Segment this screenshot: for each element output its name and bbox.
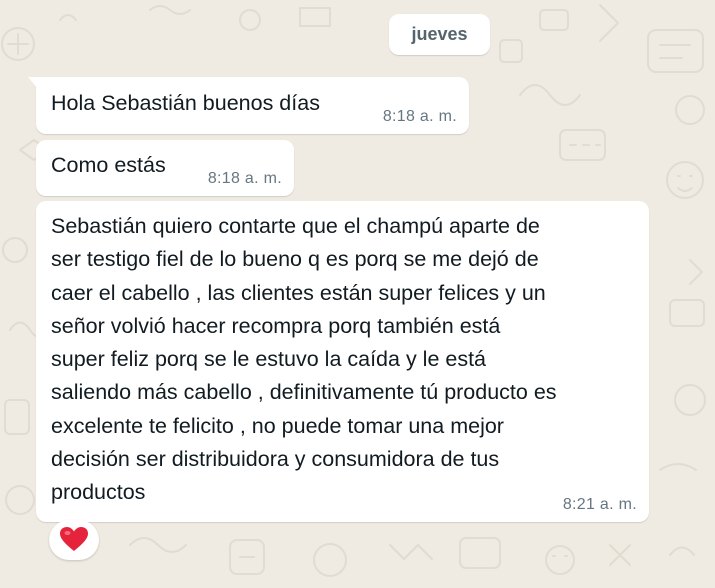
message-text: Sebastián quiero contarte que el champú … [51,214,557,505]
message-reaction[interactable] [49,520,99,560]
message-timestamp: 8:18 a. m. [382,108,457,125]
heart-icon [60,527,88,551]
message-timestamp: 8:21 a. m. [562,496,637,513]
incoming-message-bubble[interactable]: Como estás 8:18 a. m. [36,140,294,196]
bubble-tail [28,77,38,89]
message-timestamp: 8:18 a. m. [207,170,282,187]
incoming-message-bubble[interactable]: Hola Sebastián buenos días 8:18 a. m. [28,77,469,134]
incoming-message-bubble[interactable]: Sebastián quiero contarte que el champú … [36,201,649,522]
date-divider-label: jueves [411,24,468,44]
date-divider: jueves [389,14,490,55]
